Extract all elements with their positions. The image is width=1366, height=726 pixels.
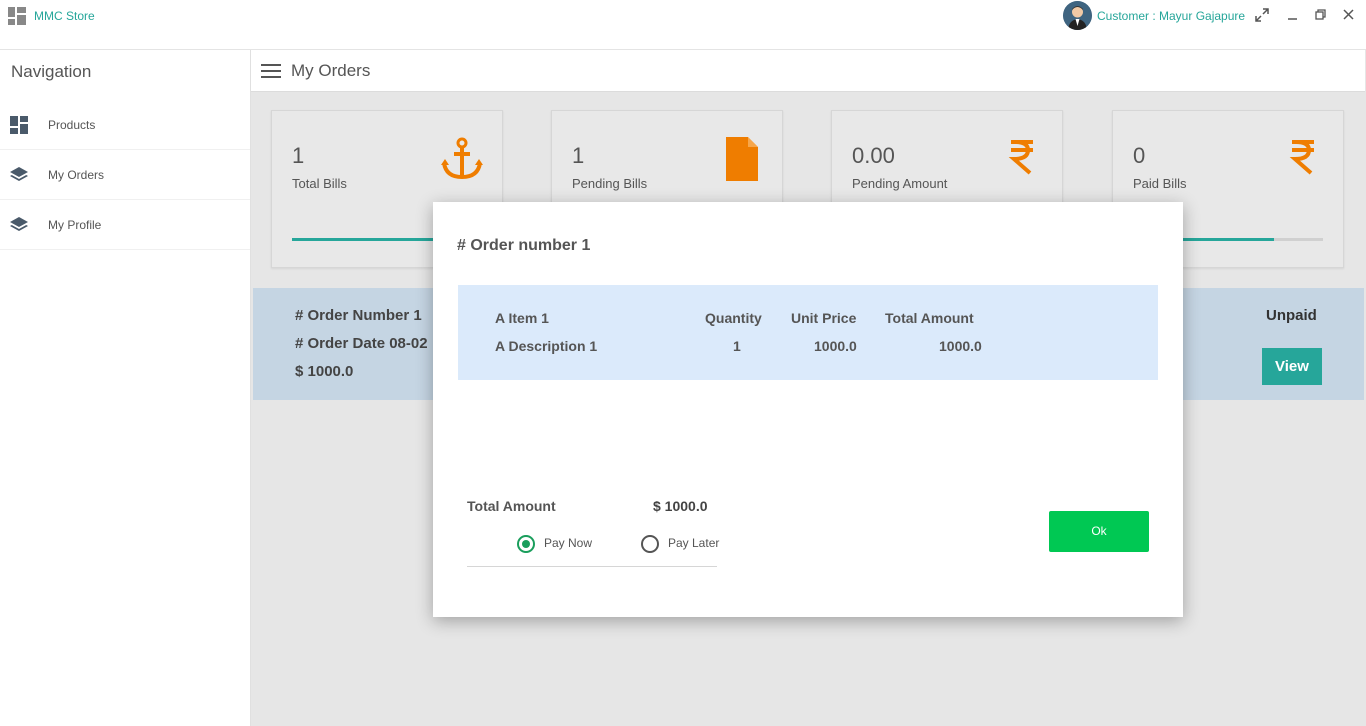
pay-now-radio[interactable] <box>517 535 535 553</box>
sidebar: Navigation Products My Orders My Profile <box>0 50 251 726</box>
stat-label: Paid Bills <box>1133 176 1187 191</box>
dashboard-grid-icon <box>10 116 28 134</box>
restore-icon[interactable] <box>1312 6 1330 24</box>
progress-fill <box>292 238 433 241</box>
sidebar-item-label: Products <box>48 118 96 132</box>
stat-value: 1 <box>292 143 305 168</box>
ok-button[interactable]: Ok <box>1049 511 1149 552</box>
page-header: My Orders <box>251 50 1365 92</box>
stat-value: 0.00 <box>852 143 895 168</box>
item-total-amount: 1000.0 <box>939 338 982 354</box>
pay-later-radio[interactable] <box>641 535 659 553</box>
sidebar-item-products[interactable]: Products <box>0 100 250 150</box>
column-header-unit-price: Unit Price <box>791 310 857 326</box>
sidebar-item-label: My Orders <box>48 168 105 182</box>
total-amount-label: Total Amount <box>467 498 556 514</box>
order-items-table: A Item 1 Quantity Unit Price Total Amoun… <box>458 285 1158 380</box>
page-title: My Orders <box>291 61 371 80</box>
app-logo-icon <box>8 7 26 25</box>
title-bar: MMC Store Customer : Mayur Gajapure <box>0 0 1366 50</box>
layers-icon <box>10 216 28 234</box>
pay-now-label[interactable]: Pay Now <box>544 536 592 550</box>
close-icon[interactable] <box>1340 6 1358 24</box>
order-detail-modal: # Order number 1 A Item 1 Quantity Unit … <box>433 202 1183 617</box>
item-unit-price: 1000.0 <box>814 338 857 354</box>
stat-value: 0 <box>1133 143 1146 168</box>
rupee-icon <box>1281 137 1325 181</box>
app-title: MMC Store <box>34 9 95 23</box>
total-amount-value: $ 1000.0 <box>653 498 708 514</box>
fullscreen-icon[interactable] <box>1253 6 1271 24</box>
layers-icon <box>10 166 28 184</box>
sidebar-item-my-profile[interactable]: My Profile <box>0 200 250 250</box>
pay-later-label[interactable]: Pay Later <box>668 536 719 550</box>
item-name: A Item 1 <box>495 310 549 326</box>
customer-name[interactable]: Customer : Mayur Gajapure <box>1097 9 1245 23</box>
stat-label: Pending Bills <box>572 176 648 191</box>
status-badge: Unpaid <box>1266 307 1317 324</box>
sidebar-item-my-orders[interactable]: My Orders <box>0 150 250 200</box>
stat-label: Total Bills <box>292 176 347 191</box>
stat-label: Pending Amount <box>852 176 948 191</box>
column-header-total-amount: Total Amount <box>885 310 974 326</box>
column-header-quantity: Quantity <box>705 310 762 326</box>
order-amount: $ 1000.0 <box>295 363 354 380</box>
modal-title: # Order number 1 <box>457 237 591 254</box>
sidebar-title: Navigation <box>11 62 92 81</box>
divider <box>467 566 717 567</box>
sidebar-item-label: My Profile <box>48 218 102 232</box>
order-number: # Order Number 1 <box>295 307 422 324</box>
order-date: # Order Date 08-02 <box>295 335 428 352</box>
item-description: A Description 1 <box>495 338 598 354</box>
view-button[interactable]: View <box>1262 348 1322 385</box>
anchor-icon <box>440 137 484 181</box>
avatar[interactable] <box>1063 1 1092 30</box>
hamburger-menu-icon[interactable] <box>261 64 281 78</box>
minimize-icon[interactable] <box>1284 6 1302 24</box>
item-quantity: 1 <box>733 338 741 354</box>
stat-value: 1 <box>572 143 585 168</box>
rupee-icon <box>1000 137 1044 181</box>
document-icon <box>720 137 764 181</box>
